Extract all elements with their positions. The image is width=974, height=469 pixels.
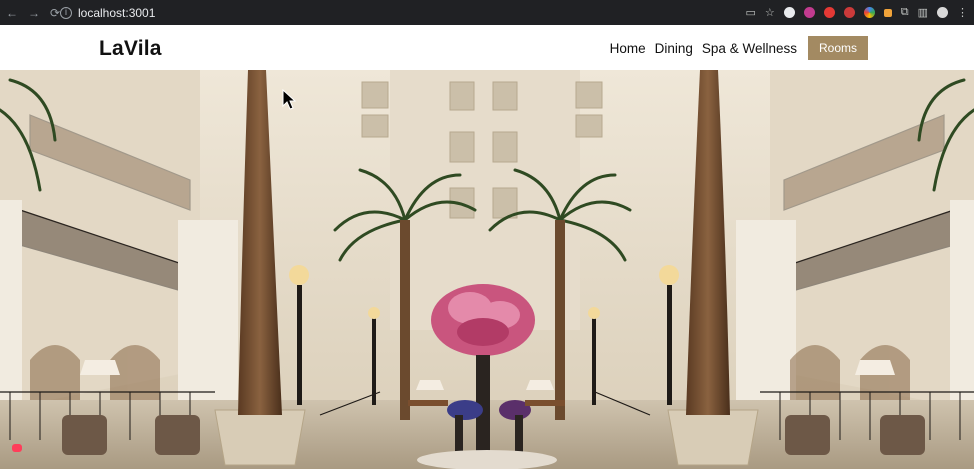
info-icon[interactable]: i	[60, 6, 72, 19]
nav-spa-wellness[interactable]: Spa & Wellness	[702, 41, 797, 56]
rooms-button[interactable]: Rooms	[807, 36, 868, 60]
forward-icon[interactable]: →	[28, 7, 40, 19]
extension-icon[interactable]	[883, 8, 892, 17]
recording-indicator-icon	[12, 444, 22, 452]
site-logo[interactable]: LaVila	[99, 37, 162, 61]
mouse-cursor-icon	[282, 89, 296, 110]
nav-dining[interactable]: Dining	[655, 41, 693, 56]
back-icon[interactable]: ←	[6, 7, 18, 19]
kebab-menu-icon[interactable]: ⋮	[957, 6, 968, 19]
reload-icon[interactable]: ⟳	[50, 7, 60, 19]
extension-icon[interactable]	[823, 7, 835, 18]
star-icon[interactable]: ☆	[765, 6, 775, 19]
browser-actions: ▭ ☆ ⧉ ▥ ⋮	[745, 6, 968, 19]
main-nav: Home Dining Spa & Wellness Rooms	[601, 36, 868, 60]
site-header: LaVila Home Dining Spa & Wellness Rooms	[0, 25, 974, 70]
browser-toolbar: ← → ⟳ i localhost:3001 ▭ ☆ ⧉ ▥ ⋮	[0, 0, 974, 25]
hotel-atrium-illustration	[0, 70, 974, 469]
hero-image	[0, 70, 974, 469]
puzzle-icon[interactable]: ⧉	[901, 6, 909, 19]
browser-nav: ← → ⟳	[6, 7, 60, 19]
extension-icon[interactable]	[803, 7, 815, 18]
sidebar-icon[interactable]: ▥	[918, 6, 928, 19]
extension-icon[interactable]	[843, 7, 855, 18]
cast-icon[interactable]: ▭	[745, 6, 755, 19]
url-text[interactable]: localhost:3001	[78, 6, 155, 20]
extension-icon[interactable]	[863, 7, 875, 18]
extension-icon[interactable]	[783, 7, 795, 18]
profile-avatar[interactable]	[937, 7, 948, 18]
address-bar[interactable]: i localhost:3001	[60, 0, 740, 25]
nav-home[interactable]: Home	[610, 41, 646, 56]
